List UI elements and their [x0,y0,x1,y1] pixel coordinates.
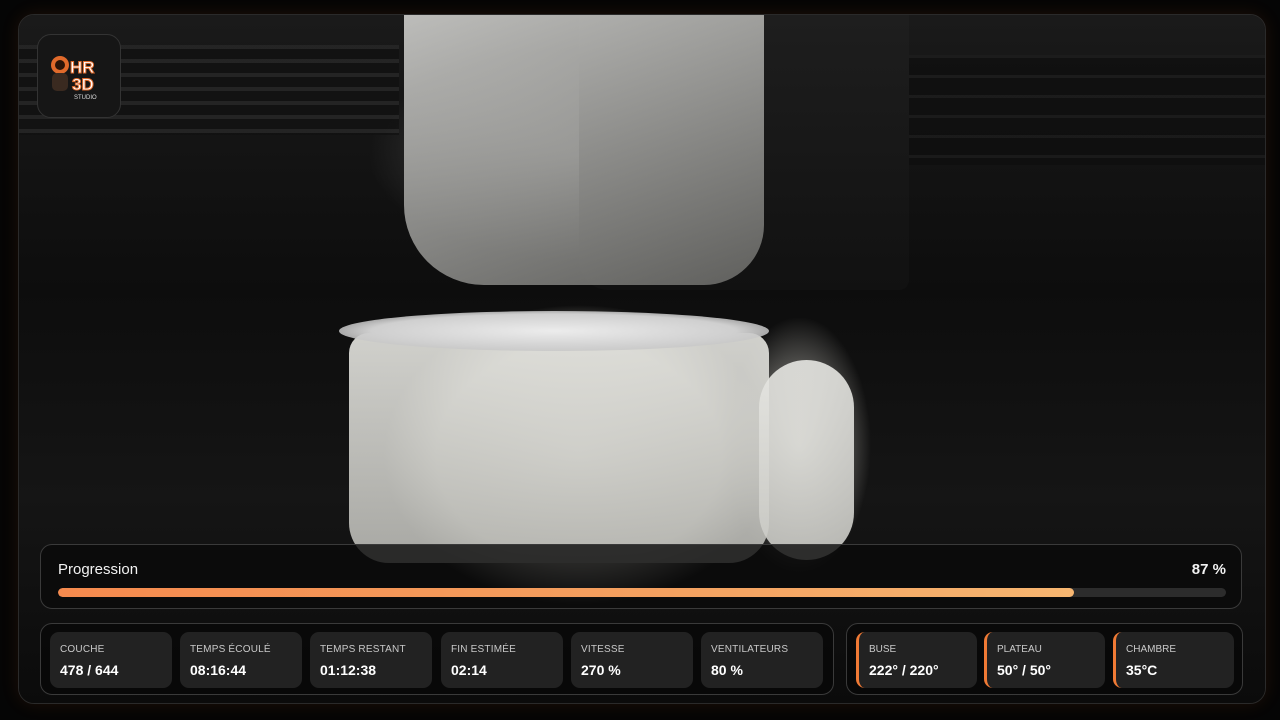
progress-bar [58,588,1226,597]
studio-logo: HR 3D STUDIO [37,34,121,118]
progress-panel: Progression 87 % [40,544,1242,609]
stat-fans-value: 80 % [711,662,743,678]
print-stats-panel: COUCHE 478 / 644 TEMPS ÉCOULÉ 08:16:44 T… [40,623,834,695]
stat-speed: VITESSE 270 % [571,632,693,688]
printer-toolhead [404,15,764,285]
stat-fans: VENTILATEURS 80 % [701,632,823,688]
stat-elapsed-time: TEMPS ÉCOULÉ 08:16:44 [180,632,302,688]
logo-icon: HR 3D STUDIO [51,56,97,101]
stat-layer-value: 478 / 644 [60,662,119,678]
stat-layer-label: COUCHE [60,644,105,655]
stat-estimated-end-value: 02:14 [451,662,487,678]
temp-nozzle-value: 222° / 220° [869,662,939,678]
progress-value: 87 % [1191,561,1226,578]
stat-remaining-time: TEMPS RESTANT 01:12:38 [310,632,432,688]
temp-chamber-value: 35°C [1126,662,1158,678]
printed-object-curl [759,360,854,560]
temp-bed-label: PLATEAU [997,644,1042,655]
progress-label: Progression [58,561,139,578]
stat-elapsed-time-label: TEMPS ÉCOULÉ [190,644,271,655]
stat-remaining-time-value: 01:12:38 [320,662,377,678]
logo-subtext: STUDIO [74,95,97,101]
printer-frame-decor-right [905,55,1265,165]
printed-object [349,333,769,563]
printed-object-top-layer [339,311,769,351]
temp-nozzle: BUSE 222° / 220° [856,632,977,688]
temp-bed: PLATEAU 50° / 50° [984,632,1105,688]
stat-estimated-end-label: FIN ESTIMÉE [451,644,516,655]
temp-bed-value: 50° / 50° [997,662,1052,678]
progress-bar-fill [58,588,1075,597]
stat-speed-label: VITESSE [581,644,625,655]
stat-layer: COUCHE 478 / 644 [50,632,172,688]
temperatures-panel: BUSE 222° / 220° PLATEAU 50° / 50° CHAMB… [846,623,1243,695]
stat-estimated-end: FIN ESTIMÉE 02:14 [441,632,563,688]
logo-text-bottom: 3D [72,75,94,94]
stat-elapsed-time-value: 08:16:44 [190,662,247,678]
stat-remaining-time-label: TEMPS RESTANT [320,644,406,655]
stat-fans-label: VENTILATEURS [711,644,789,655]
stat-speed-value: 270 % [581,662,621,678]
temp-nozzle-label: BUSE [869,644,897,655]
temp-chamber-label: CHAMBRE [1126,644,1177,655]
temp-chamber: CHAMBRE 35°C [1113,632,1234,688]
